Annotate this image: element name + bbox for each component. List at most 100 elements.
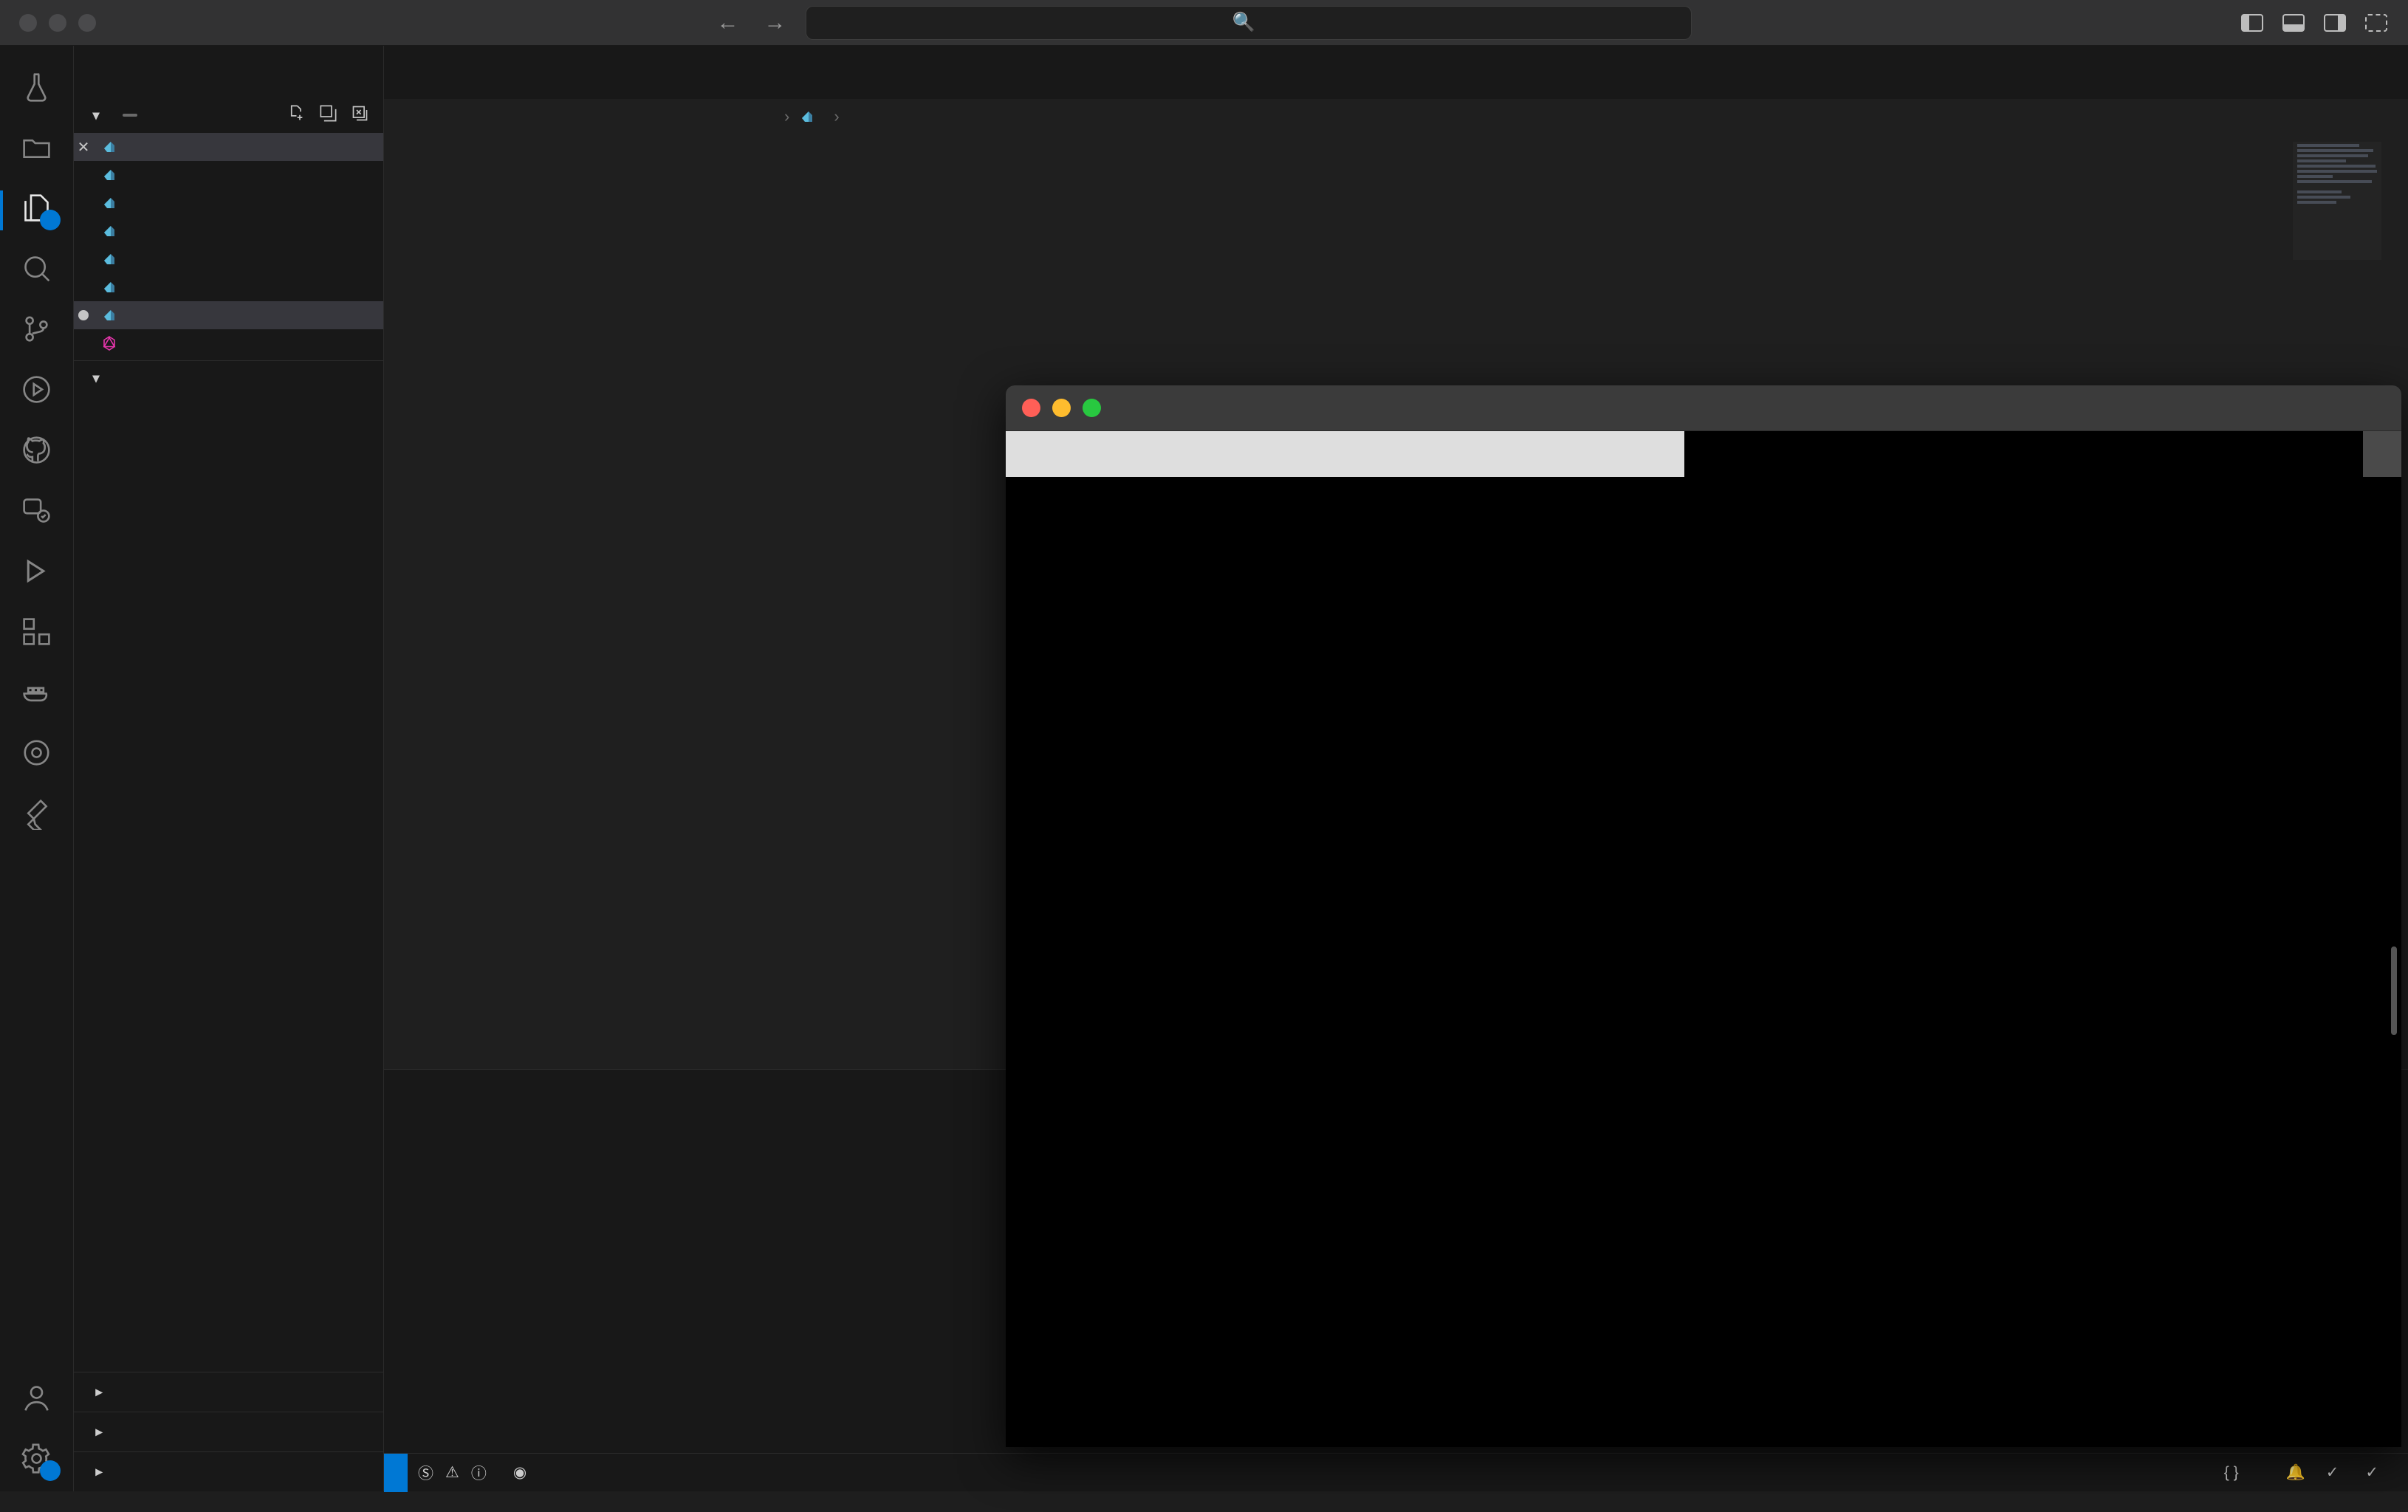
terminal-window[interactable] — [1006, 385, 2401, 1447]
play-icon — [20, 554, 53, 593]
dart-icon — [100, 278, 118, 296]
activity-extensions[interactable] — [0, 604, 74, 664]
minimize-window-button[interactable] — [49, 13, 66, 32]
close-all-icon[interactable] — [350, 103, 370, 128]
new-file-icon[interactable] — [287, 103, 306, 128]
ports-status[interactable]: ◉ — [503, 1463, 543, 1482]
activity-github[interactable] — [0, 422, 74, 483]
open-editor-item[interactable] — [74, 217, 383, 245]
minimap[interactable] — [2293, 142, 2381, 260]
chevron-right-icon: › — [784, 107, 790, 126]
open-editor-item[interactable] — [74, 329, 383, 357]
person-icon — [20, 1381, 53, 1420]
open-editors-list: ✕ — [74, 133, 383, 357]
dart-icon — [100, 194, 118, 212]
activity-docker[interactable] — [0, 664, 74, 725]
maximize-window-button[interactable] — [78, 13, 96, 32]
activity-run[interactable] — [0, 543, 74, 604]
flutter-icon — [20, 797, 53, 835]
folder-icon — [20, 131, 53, 169]
activity-explorer[interactable] — [0, 180, 74, 241]
activity-bar — [0, 46, 74, 1491]
dart-icon — [100, 306, 118, 324]
terminal-title-bar — [1006, 385, 2401, 431]
terminal-close-button[interactable] — [1022, 399, 1040, 417]
chevron-right-icon: ▸ — [95, 1384, 103, 1399]
dart-icon — [100, 166, 118, 184]
activity-run-debug[interactable] — [0, 362, 74, 422]
chevron-down-icon: ▾ — [92, 107, 100, 123]
toggle-panel-icon[interactable] — [2282, 13, 2305, 32]
close-icon[interactable]: ✕ — [74, 138, 93, 157]
chevron-right-icon: ▸ — [95, 1464, 103, 1479]
open-editor-item[interactable] — [74, 301, 383, 329]
open-editor-item[interactable] — [74, 189, 383, 217]
terminal-traffic-lights[interactable] — [1006, 399, 1101, 417]
open-editor-item[interactable]: ✕ — [74, 133, 383, 161]
activity-testing[interactable] — [0, 59, 74, 120]
terminal-tab-zsh[interactable] — [1684, 431, 2363, 477]
open-editor-item[interactable] — [74, 273, 383, 301]
activity-remote-explorer[interactable] — [0, 483, 74, 543]
warning-icon: ⚠ — [445, 1464, 459, 1481]
activity-account[interactable] — [0, 1370, 74, 1431]
new-terminal-tab-button[interactable] — [2363, 431, 2401, 477]
terminal-maximize-button[interactable] — [1083, 399, 1101, 417]
dart-icon — [100, 250, 118, 268]
unsaved-badge — [123, 114, 137, 117]
project-header[interactable]: ▾ — [74, 360, 383, 396]
terminal-tab-amplify[interactable] — [1006, 431, 1684, 477]
editor-tab-bar — [384, 46, 2408, 99]
bell-icon[interactable]: 🔔 — [2276, 1464, 2316, 1482]
activity-flutter[interactable] — [0, 786, 74, 846]
window-title-bar: ← → 🔍 — [0, 0, 2408, 46]
sidebar-section-outline[interactable]: ▸ — [74, 1372, 383, 1412]
toggle-primary-sidebar-icon[interactable] — [2241, 13, 2263, 32]
back-icon[interactable]: ← — [717, 10, 739, 35]
open-editors-header[interactable]: ▾ — [74, 97, 383, 133]
language-mode[interactable]: { } — [2214, 1464, 2255, 1482]
gear-ext-icon — [20, 736, 53, 774]
spell-status[interactable]: ✓ — [2316, 1463, 2356, 1482]
close-window-button[interactable] — [19, 13, 37, 32]
status-bar: Ⓢ ⚠ ⓘ ◉ { } 🔔 ✓ ✓ — [384, 1453, 2408, 1492]
explorer-badge — [39, 210, 61, 230]
breadcrumb[interactable]: › › — [384, 99, 2408, 134]
dart-icon — [100, 138, 118, 156]
open-editor-item[interactable] — [74, 161, 383, 189]
blocks-icon — [20, 615, 53, 653]
quick-open-input[interactable]: 🔍 — [805, 5, 1692, 40]
save-all-icon[interactable] — [318, 103, 338, 128]
terminal-scrollbar[interactable] — [2391, 946, 2397, 1035]
activity-source-control[interactable] — [0, 301, 74, 362]
window-traffic-lights[interactable] — [0, 13, 96, 32]
dart-icon — [798, 108, 816, 126]
activity-manage-settings[interactable] — [0, 1431, 74, 1491]
toggle-secondary-sidebar-icon[interactable] — [2324, 13, 2346, 32]
activity-folder[interactable] — [0, 120, 74, 180]
terminal-output[interactable] — [1006, 477, 2401, 1447]
dirty-dot-icon[interactable] — [74, 310, 93, 320]
sidebar-title-bar — [74, 46, 383, 97]
activity-search[interactable] — [0, 241, 74, 301]
problems-status[interactable]: Ⓢ ⚠ ⓘ — [408, 1462, 503, 1484]
open-editor-item[interactable] — [74, 245, 383, 273]
check-icon: ✓ — [2365, 1464, 2378, 1481]
remote-indicator[interactable] — [384, 1453, 408, 1492]
terminal-tab-bar — [1006, 431, 2401, 477]
terminal-minimize-button[interactable] — [1052, 399, 1071, 417]
customize-layout-icon[interactable] — [2365, 13, 2387, 32]
error-icon: Ⓢ — [418, 1465, 433, 1482]
magnifier-icon — [20, 252, 53, 290]
sidebar-section-dependencies[interactable]: ▸ — [74, 1451, 383, 1491]
activity-gear-ext[interactable] — [0, 725, 74, 786]
radio-tower-icon: ◉ — [512, 1464, 527, 1481]
forward-icon[interactable]: → — [764, 10, 786, 35]
chevron-right-icon: ▸ — [95, 1424, 103, 1439]
search-icon: 🔍 — [1232, 12, 1256, 32]
sidebar-section-timeline[interactable]: ▸ — [74, 1412, 383, 1451]
check-icon: ✓ — [2325, 1464, 2339, 1481]
prettier-status[interactable]: ✓ — [2355, 1463, 2395, 1482]
play-bug-icon — [20, 373, 53, 411]
braces-icon: { } — [2223, 1463, 2239, 1481]
